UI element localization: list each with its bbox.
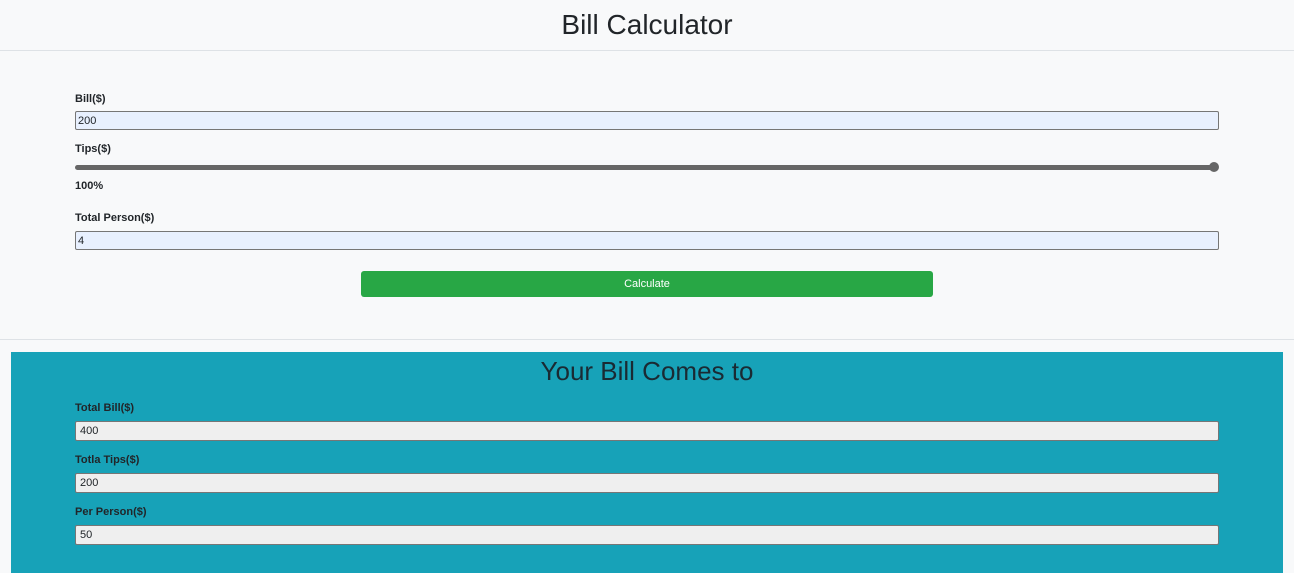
bill-input[interactable] xyxy=(75,111,1219,130)
total-bill-label: Total Bill($) xyxy=(75,402,135,414)
result-panel: Your Bill Comes to Total Bill($) Totla T… xyxy=(11,352,1283,573)
app-header: Bill Calculator xyxy=(0,0,1294,51)
total-bill-field[interactable] xyxy=(75,421,1219,441)
calculate-button[interactable]: Calculate xyxy=(361,271,933,297)
tips-slider-thumb[interactable] xyxy=(1209,162,1219,172)
bill-label: Bill($) xyxy=(75,93,106,105)
total-tips-label: Totla Tips($) xyxy=(75,454,140,466)
persons-input[interactable] xyxy=(75,231,1219,250)
tips-percent-value: 100% xyxy=(75,180,104,192)
page-title: Bill Calculator xyxy=(561,9,733,40)
calculator-form: Bill($) Tips($) 100% Total Person($) Cal… xyxy=(0,51,1294,340)
per-person-label: Per Person($) xyxy=(75,506,147,518)
per-person-field[interactable] xyxy=(75,525,1219,545)
total-tips-field[interactable] xyxy=(75,473,1219,493)
tips-label: Tips($) xyxy=(75,143,111,155)
persons-label: Total Person($) xyxy=(75,212,155,224)
tips-slider[interactable] xyxy=(75,165,1215,170)
result-title: Your Bill Comes to xyxy=(540,356,754,386)
